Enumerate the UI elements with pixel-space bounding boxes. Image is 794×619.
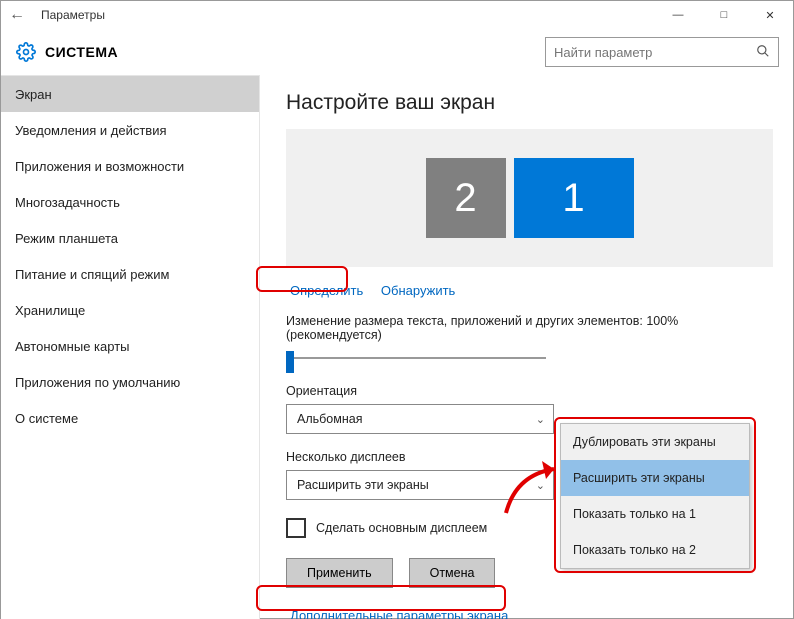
dropdown-item-extend[interactable]: Расширить эти экраны xyxy=(561,460,749,496)
sidebar-item-default-apps[interactable]: Приложения по умолчанию xyxy=(1,364,259,400)
monitor-2[interactable]: 2 xyxy=(426,158,506,238)
close-button[interactable]: ✕ xyxy=(747,1,793,29)
minimize-button[interactable]: — xyxy=(655,1,701,29)
sidebar-item-multitasking[interactable]: Многозадачность xyxy=(1,184,259,220)
content: Настройте ваш экран 2 1 Определить Обнар… xyxy=(259,75,793,619)
header-title: СИСТЕМА xyxy=(45,44,118,60)
sidebar: Экран Уведомления и действия Приложения … xyxy=(1,75,259,619)
apply-button[interactable]: Применить xyxy=(286,558,393,588)
sidebar-item-label: Приложения по умолчанию xyxy=(15,375,180,390)
sidebar-item-label: Питание и спящий режим xyxy=(15,267,169,282)
multi-displays-select[interactable]: Расширить эти экраны ⌄ xyxy=(286,470,554,500)
sidebar-item-label: Приложения и возможности xyxy=(15,159,184,174)
sidebar-item-power-sleep[interactable]: Питание и спящий режим xyxy=(1,256,259,292)
monitor-arrangement[interactable]: 2 1 xyxy=(286,129,773,267)
window-controls: — □ ✕ xyxy=(655,1,793,29)
multi-displays-value: Расширить эти экраны xyxy=(297,478,429,492)
sidebar-item-label: Автономные карты xyxy=(15,339,130,354)
search-input[interactable] xyxy=(554,45,756,60)
cancel-button[interactable]: Отмена xyxy=(409,558,496,588)
back-button[interactable]: ← xyxy=(9,6,25,24)
orientation-value: Альбомная xyxy=(297,412,362,426)
sidebar-item-label: Экран xyxy=(15,87,52,102)
primary-display-checkbox[interactable] xyxy=(286,518,306,538)
advanced-display-link[interactable]: Дополнительные параметры экрана xyxy=(286,606,512,619)
monitor-1[interactable]: 1 xyxy=(514,158,634,238)
orientation-label: Ориентация xyxy=(286,384,773,398)
dropdown-item-show-only-2[interactable]: Показать только на 2 xyxy=(561,532,749,568)
multi-displays-dropdown[interactable]: Дублировать эти экраны Расширить эти экр… xyxy=(560,423,750,569)
sidebar-item-display[interactable]: Экран xyxy=(1,76,259,112)
sidebar-item-label: О системе xyxy=(15,411,78,426)
sidebar-item-label: Уведомления и действия xyxy=(15,123,167,138)
sidebar-item-about[interactable]: О системе xyxy=(1,400,259,436)
scaling-label: Изменение размера текста, приложений и д… xyxy=(286,314,773,342)
slider-track xyxy=(286,357,546,359)
detect-links: Определить Обнаружить xyxy=(286,281,773,300)
dropdown-item-show-only-1[interactable]: Показать только на 1 xyxy=(561,496,749,532)
sidebar-item-storage[interactable]: Хранилище xyxy=(1,292,259,328)
sidebar-item-label: Режим планшета xyxy=(15,231,118,246)
chevron-down-icon: ⌄ xyxy=(536,413,545,426)
sidebar-item-apps-features[interactable]: Приложения и возможности xyxy=(1,148,259,184)
sidebar-item-tablet-mode[interactable]: Режим планшета xyxy=(1,220,259,256)
page-title: Настройте ваш экран xyxy=(286,91,773,115)
settings-window: ← Параметры — □ ✕ СИСТЕМА Экран Уведомле… xyxy=(0,0,794,619)
identify-link[interactable]: Определить xyxy=(286,281,367,300)
sidebar-item-offline-maps[interactable]: Автономные карты xyxy=(1,328,259,364)
gear-icon xyxy=(15,41,37,63)
maximize-button[interactable]: □ xyxy=(701,1,747,29)
scaling-slider[interactable] xyxy=(286,348,546,368)
sidebar-item-label: Хранилище xyxy=(15,303,85,318)
header: СИСТЕМА xyxy=(1,29,793,75)
chevron-down-icon: ⌄ xyxy=(536,479,545,492)
primary-display-label: Сделать основным дисплеем xyxy=(316,521,487,535)
search-icon xyxy=(756,44,770,61)
search-box[interactable] xyxy=(545,37,779,67)
advanced-link-row: Дополнительные параметры экрана xyxy=(286,606,773,619)
orientation-select[interactable]: Альбомная ⌄ xyxy=(286,404,554,434)
sidebar-item-label: Многозадачность xyxy=(15,195,120,210)
sidebar-item-notifications[interactable]: Уведомления и действия xyxy=(1,112,259,148)
slider-thumb[interactable] xyxy=(286,351,294,373)
dropdown-item-duplicate[interactable]: Дублировать эти экраны xyxy=(561,424,749,460)
detect-link[interactable]: Обнаружить xyxy=(377,281,459,300)
